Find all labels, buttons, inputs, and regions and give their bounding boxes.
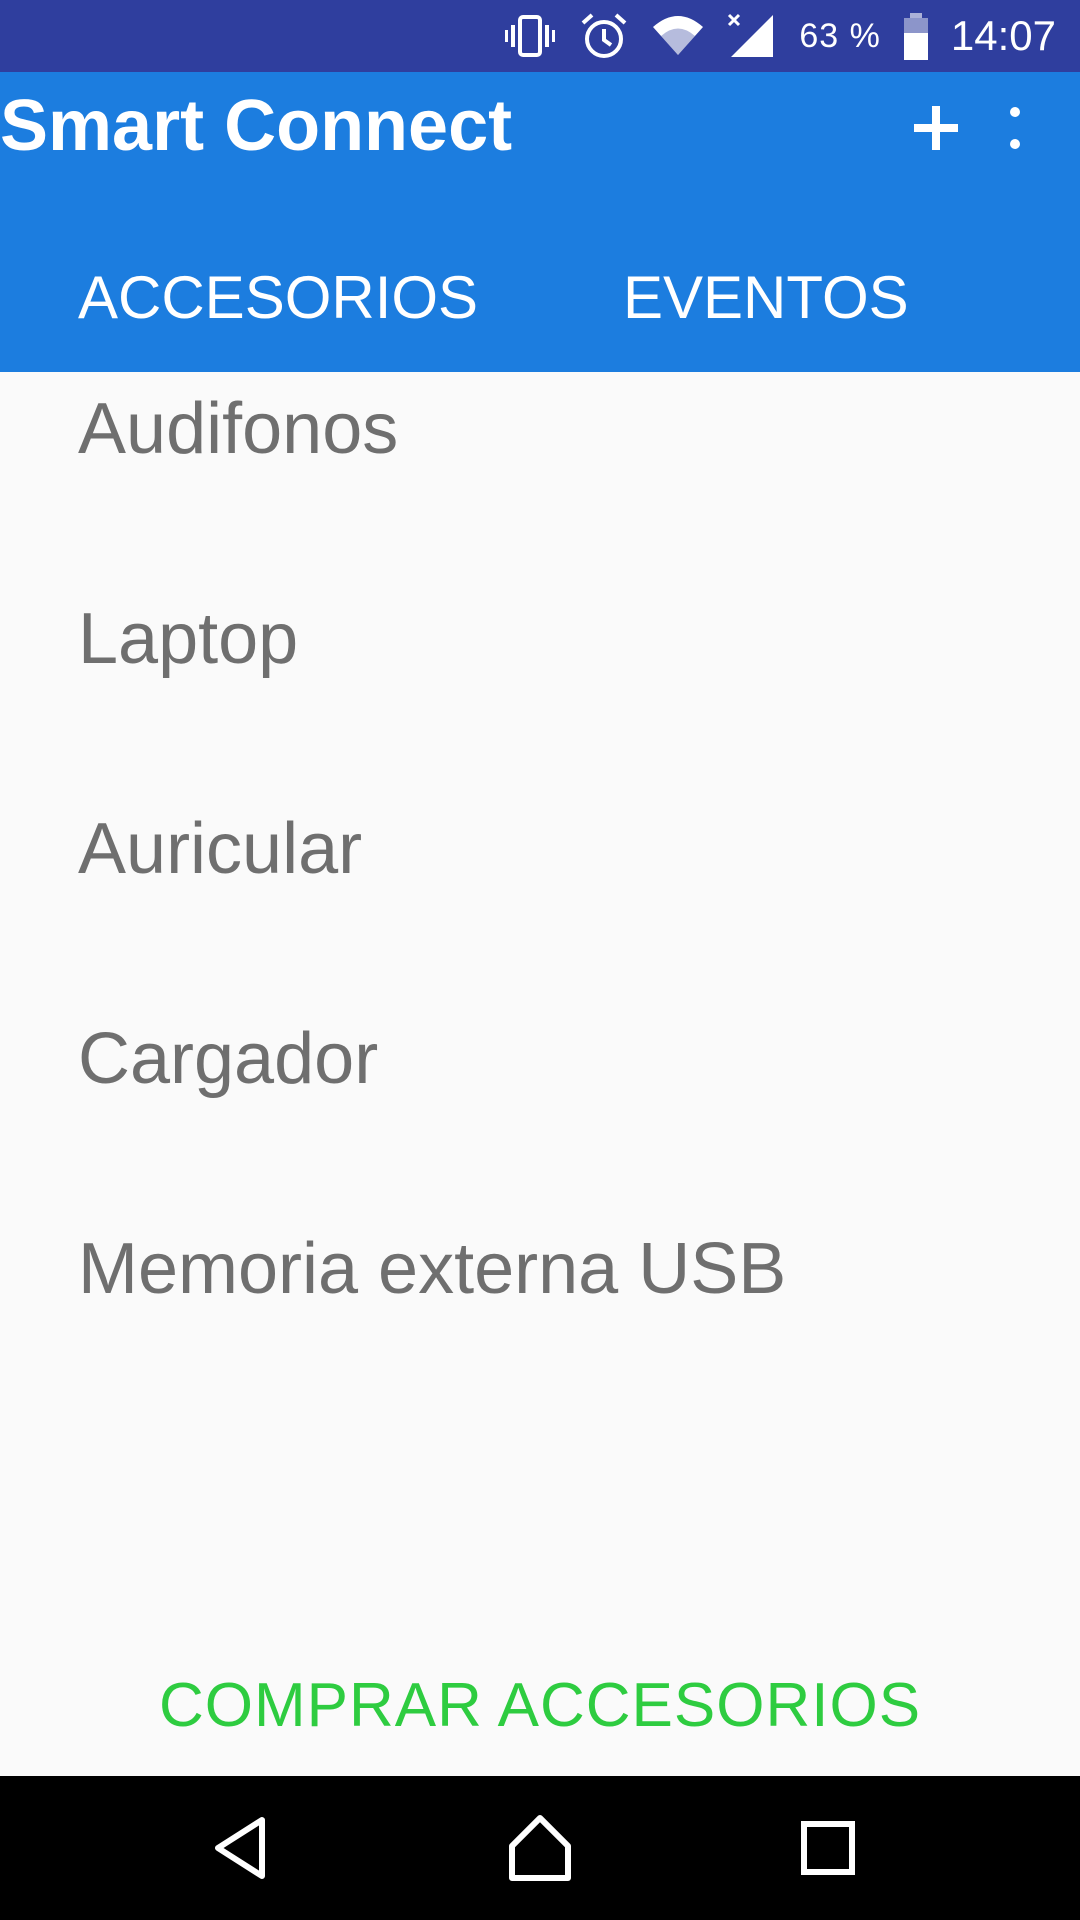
vibrate-icon: [503, 9, 557, 63]
screen: 63 % 14:07 Smart Connect ACCESORIOS EVEN…: [0, 0, 1080, 1920]
app-title: Smart Connect: [0, 86, 513, 166]
navigation-bar: [0, 1776, 1080, 1920]
battery-icon: [901, 9, 931, 63]
recent-apps-icon: [801, 1821, 855, 1875]
buy-accessories-button[interactable]: COMPRAR ACCESORIOS: [0, 1640, 1080, 1770]
back-button[interactable]: [200, 1806, 284, 1890]
list-item-laptop[interactable]: Laptop: [0, 534, 1080, 744]
add-icon: [914, 106, 958, 150]
more-options-button[interactable]: [990, 98, 1040, 158]
clock: 14:07: [950, 12, 1056, 59]
home-button[interactable]: [498, 1806, 582, 1890]
battery-percent: 63 %: [799, 16, 881, 55]
recent-apps-button[interactable]: [786, 1806, 870, 1890]
list-item-memoria-usb[interactable]: Memoria externa USB: [0, 1164, 1080, 1374]
add-button[interactable]: [906, 98, 966, 158]
signal-icon: [725, 9, 779, 63]
more-vert-icon: [1010, 107, 1020, 149]
back-icon: [215, 1817, 265, 1879]
status-bar: 63 % 14:07: [0, 0, 1080, 72]
alarm-icon: [577, 9, 631, 63]
list-item-cargador[interactable]: Cargador: [0, 954, 1080, 1164]
wifi-icon: [651, 9, 705, 63]
list-item-auricular[interactable]: Auricular: [0, 744, 1080, 954]
home-icon: [509, 1815, 571, 1881]
list-item-audifonos[interactable]: Audifonos: [0, 324, 1080, 534]
